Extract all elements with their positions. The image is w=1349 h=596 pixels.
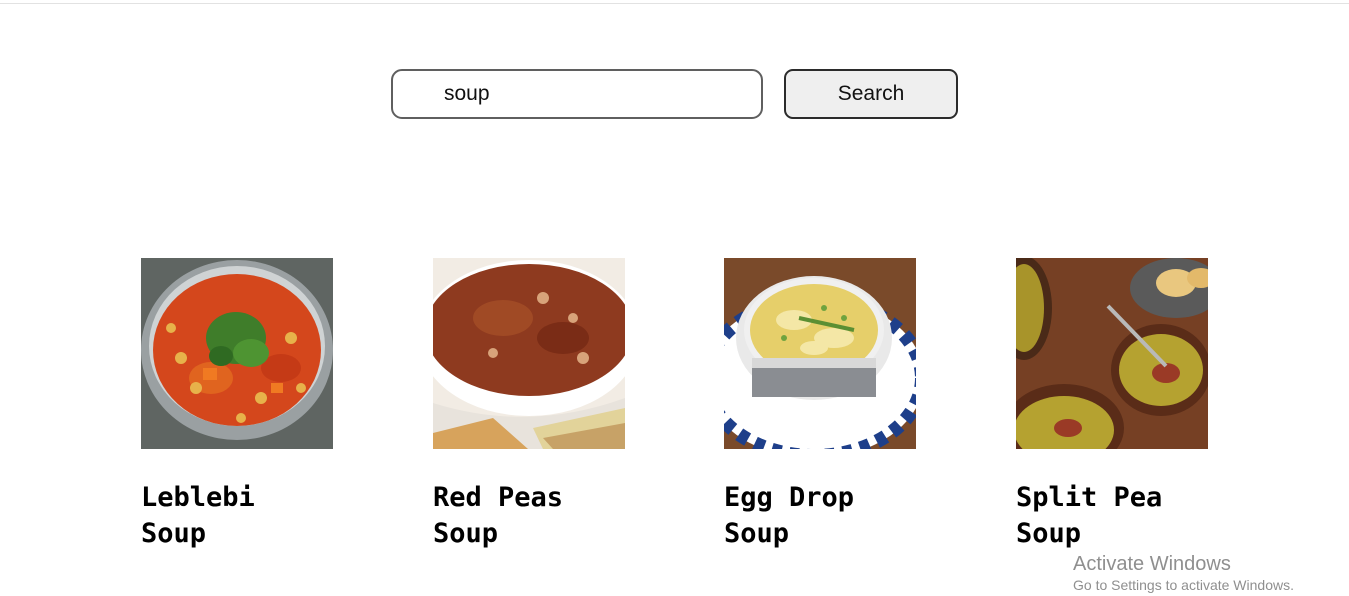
search-input[interactable] [391,69,763,119]
search-button[interactable]: Search [784,69,958,119]
recipe-title[interactable]: Leblebi Soup [141,480,341,552]
watermark-title: Activate Windows [1073,553,1231,575]
split-pea-soup-image[interactable] [1016,258,1208,449]
egg-drop-soup-image[interactable] [724,258,916,449]
recipe-card[interactable]: Leblebi Soup [141,258,341,552]
recipe-title[interactable]: Red Peas Soup [433,480,633,552]
recipe-title[interactable]: Split Pea Soup [1016,480,1216,552]
top-divider [0,3,1349,4]
leblebi-soup-image[interactable] [141,258,333,449]
red-peas-soup-image[interactable] [433,258,625,449]
search-bar [391,69,763,119]
recipe-card[interactable]: Red Peas Soup [433,258,633,552]
recipe-card[interactable]: Egg Drop Soup [724,258,924,552]
recipe-title[interactable]: Egg Drop Soup [724,480,924,552]
activate-windows-watermark: Activate Windows Go to Settings to activ… [1073,552,1294,594]
watermark-subtitle: Go to Settings to activate Windows. [1073,577,1294,593]
recipe-card[interactable]: Split Pea Soup [1016,258,1216,552]
